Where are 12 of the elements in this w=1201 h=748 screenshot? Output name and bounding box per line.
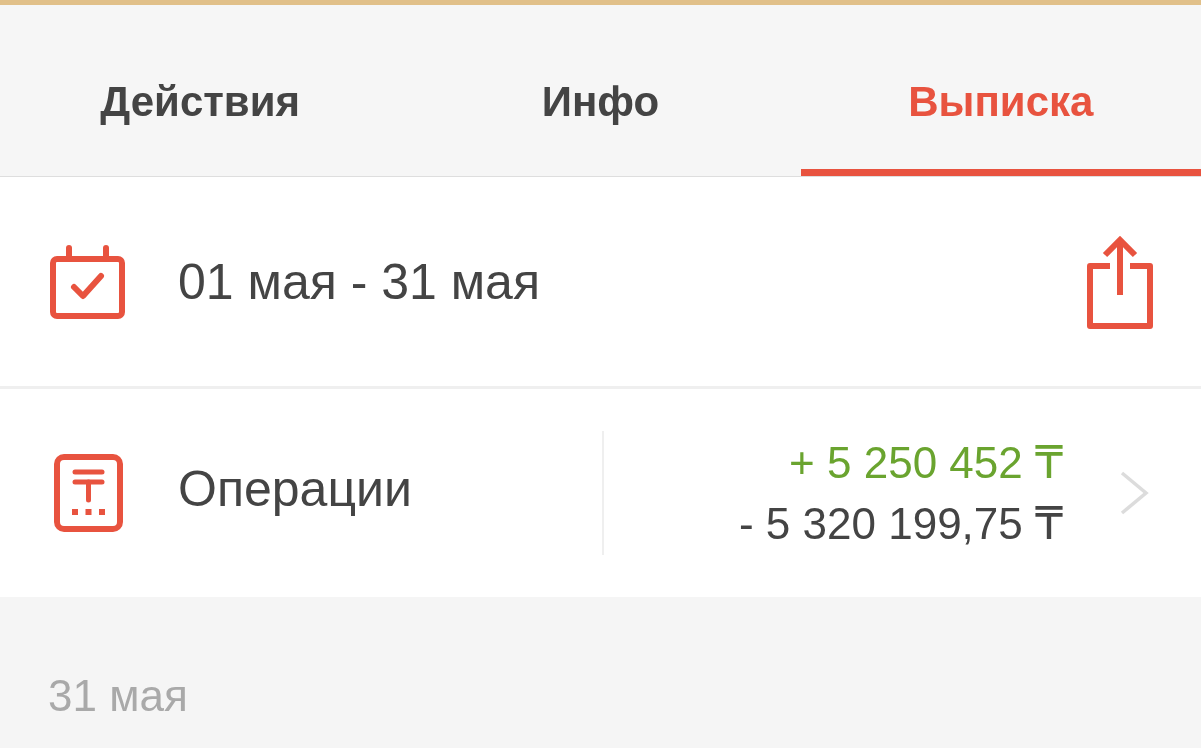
share-icon bbox=[1087, 234, 1153, 329]
tenge-receipt-icon bbox=[54, 454, 123, 532]
income-amount: + 5 250 452 ₸ bbox=[789, 437, 1063, 489]
share-button[interactable] bbox=[1087, 234, 1153, 329]
calendar-check-icon bbox=[49, 244, 125, 319]
operations-row[interactable]: Операции + 5 250 452 ₸ - 5 320 199,75 ₸ bbox=[0, 389, 1201, 597]
tab[interactable]: Действия bbox=[0, 5, 401, 176]
chevron-right-icon bbox=[1119, 470, 1149, 516]
operations-label: Операции bbox=[178, 460, 412, 518]
tab[interactable]: Инфо bbox=[400, 5, 801, 176]
date-header: 31 мая bbox=[48, 671, 188, 720]
expense-amount: - 5 320 199,75 ₸ bbox=[739, 498, 1063, 550]
